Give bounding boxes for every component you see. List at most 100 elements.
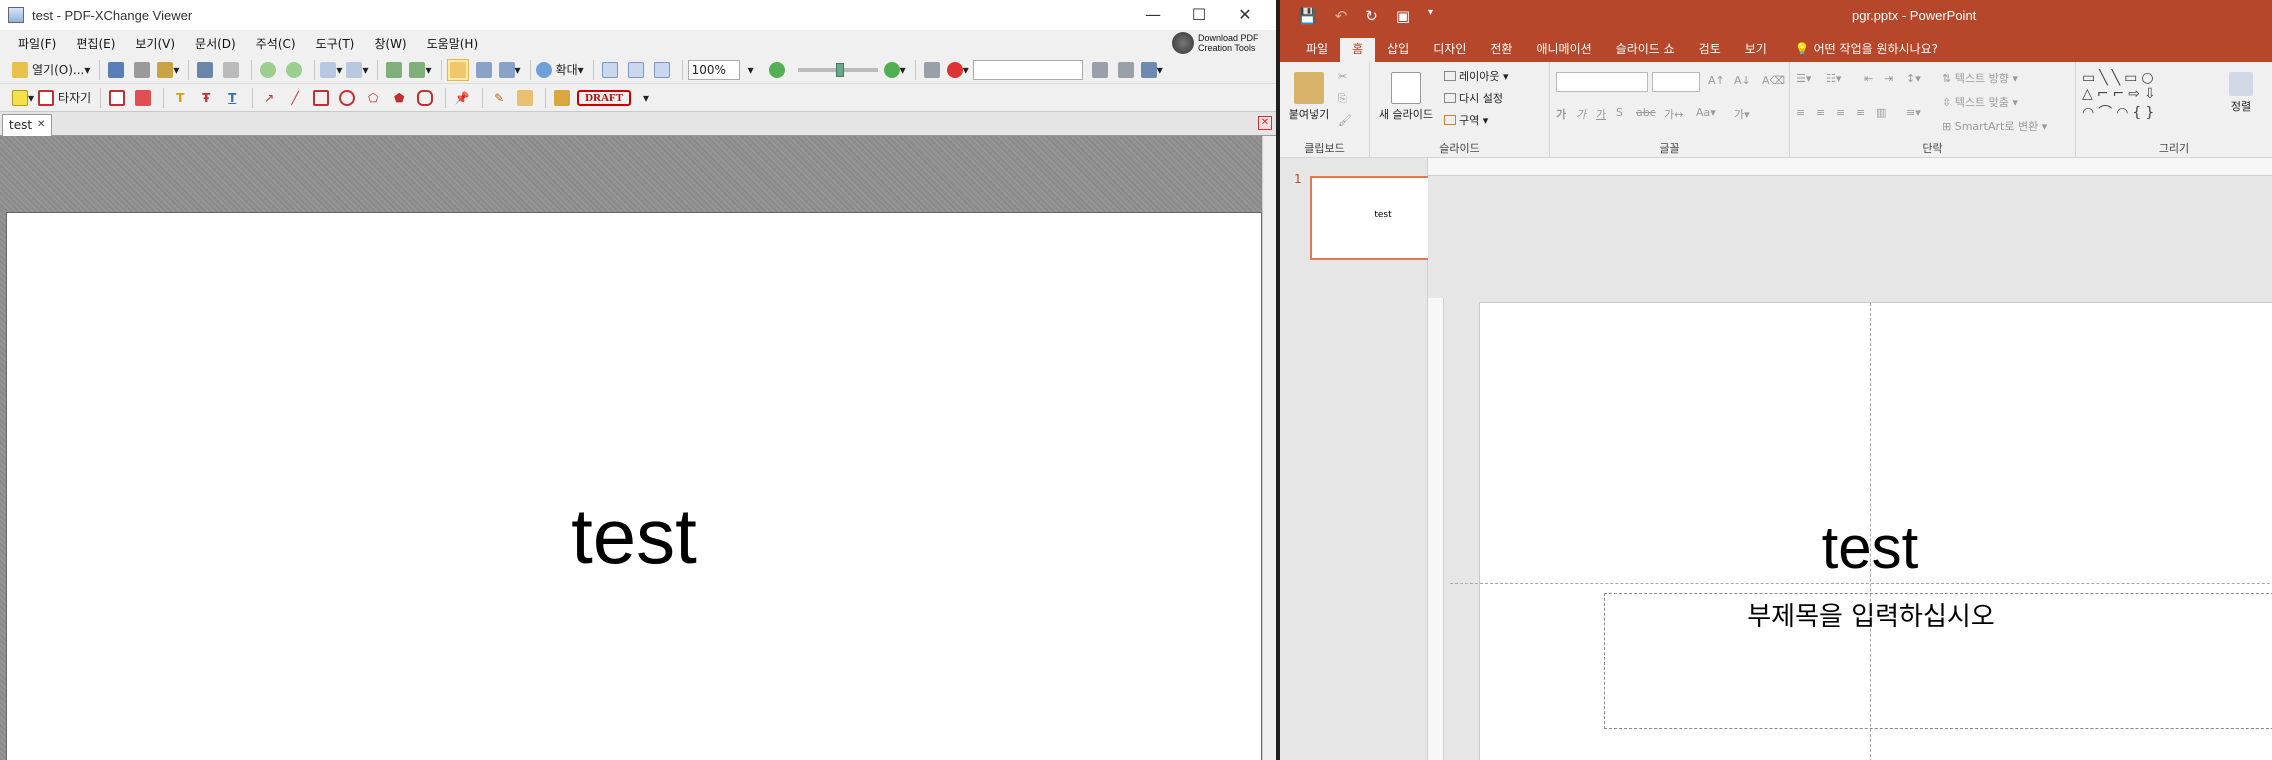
back-button[interactable]: [257, 59, 279, 81]
redo-icon[interactable]: ↻: [1365, 7, 1378, 25]
pencil-button[interactable]: ✎: [488, 87, 510, 109]
download-pdf-tools-button[interactable]: Download PDF Creation Tools: [1172, 30, 1268, 56]
clear-format-icon[interactable]: A⌫: [1762, 74, 1785, 87]
rectangle-button[interactable]: [310, 87, 332, 109]
tab-slideshow[interactable]: 슬라이드 쇼: [1604, 38, 1687, 62]
font-color-icon[interactable]: 가▾: [1734, 106, 1750, 122]
sticky-note-button[interactable]: ▾: [12, 87, 34, 109]
textbox-button[interactable]: [106, 87, 128, 109]
section-button[interactable]: 구역 ▾: [1444, 112, 1488, 128]
menu-comments[interactable]: 주석(C): [256, 35, 296, 52]
align-left-icon[interactable]: ≡: [1796, 106, 1805, 119]
minimize-icon[interactable]: —: [1130, 0, 1176, 30]
pdf-document-area[interactable]: test: [0, 136, 1262, 760]
bullets-icon[interactable]: ☰▾: [1796, 72, 1811, 85]
hand-tool-button[interactable]: [446, 58, 469, 81]
tab-close-icon[interactable]: ✕: [37, 115, 45, 135]
tab-insert[interactable]: 삽입: [1375, 38, 1421, 62]
subtitle-placeholder[interactable]: 부제목을 입력하십시오: [1604, 593, 2272, 729]
strikeout-button[interactable]: Ŧ: [195, 87, 217, 109]
change-case-icon[interactable]: Aa▾: [1696, 106, 1716, 119]
close-document-icon[interactable]: ✕: [1258, 116, 1272, 130]
tab-transitions[interactable]: 전환: [1478, 38, 1524, 62]
underline-icon[interactable]: 가: [1596, 106, 1606, 122]
settings-button[interactable]: ▾: [1140, 59, 1163, 81]
font-size-combo[interactable]: [1652, 72, 1700, 92]
adobe-button[interactable]: ▾: [946, 59, 969, 81]
smartart-button[interactable]: ⊞ SmartArt로 변환 ▾: [1942, 118, 2047, 134]
strikethrough-icon[interactable]: abc: [1636, 106, 1656, 119]
find-button[interactable]: [921, 59, 943, 81]
menu-view[interactable]: 보기(V): [135, 35, 175, 52]
menu-edit[interactable]: 편집(E): [76, 35, 115, 52]
zoom-slider-thumb[interactable]: [835, 62, 844, 77]
text-direction-button[interactable]: ⇅ 텍스트 방향 ▾: [1942, 70, 2018, 86]
menu-window[interactable]: 창(W): [374, 35, 406, 52]
maximize-icon[interactable]: ☐: [1176, 0, 1222, 30]
snapshot-button[interactable]: ▾: [498, 59, 521, 81]
close-icon[interactable]: ✕: [1222, 0, 1268, 30]
reset-button[interactable]: 다시 설정: [1444, 90, 1503, 106]
ocr-button[interactable]: [220, 59, 242, 81]
zoom-tool-button[interactable]: 확대 ▾: [535, 59, 584, 81]
zoom-level-input[interactable]: 100%: [687, 59, 740, 80]
zoom-out-button[interactable]: [766, 59, 788, 81]
callout-button[interactable]: [132, 87, 154, 109]
decrease-indent-icon[interactable]: ⇤: [1864, 72, 1873, 85]
search-options-button[interactable]: [1115, 59, 1137, 81]
menu-tools[interactable]: 도구(T): [316, 35, 355, 52]
bold-icon[interactable]: 가: [1556, 106, 1566, 122]
line-spacing-icon[interactable]: ↕▾: [1906, 72, 1921, 85]
copy-icon[interactable]: ⎘: [1338, 92, 1347, 106]
numbering-icon[interactable]: ☷▾: [1826, 72, 1841, 85]
stamp-dropdown[interactable]: ▾: [635, 87, 657, 109]
font-name-combo[interactable]: [1556, 72, 1648, 92]
customize-qat-icon[interactable]: ▾: [1428, 7, 1433, 25]
select-text-button[interactable]: [473, 59, 495, 81]
menu-file[interactable]: 파일(F): [18, 35, 56, 52]
paste-button[interactable]: 붙여넣기: [1286, 72, 1332, 122]
shapes-gallery[interactable]: ▭╲╲▭○ △⌐⌐⇨⇩ ◠⌒◠{}: [2082, 70, 2160, 122]
horizontal-guide[interactable]: [1450, 583, 2272, 584]
shrink-font-icon[interactable]: A↓: [1734, 74, 1751, 87]
char-spacing-icon[interactable]: 가↔: [1664, 106, 1683, 122]
polygon-button[interactable]: ⬠: [362, 87, 384, 109]
align-right-icon[interactable]: ≡: [1836, 106, 1845, 119]
open-button[interactable]: 열기(O)... ▾: [12, 59, 90, 81]
save-icon[interactable]: 💾: [1298, 7, 1317, 25]
menu-help[interactable]: 도움말(H): [427, 35, 479, 52]
align-text-button[interactable]: ⇳ 텍스트 맞춤 ▾: [1942, 94, 2018, 110]
eraser-button[interactable]: [514, 87, 536, 109]
columns-icon[interactable]: ▥: [1876, 106, 1886, 119]
zoom-slider[interactable]: [797, 62, 878, 77]
search-input[interactable]: [972, 59, 1083, 80]
line-button[interactable]: ╱: [284, 87, 306, 109]
shadow-icon[interactable]: S: [1616, 106, 1623, 119]
draft-stamp-selector[interactable]: DRAFT: [577, 89, 632, 106]
underline-button[interactable]: T: [221, 87, 243, 109]
grow-font-icon[interactable]: A↑: [1708, 74, 1725, 87]
slide-title[interactable]: test: [1710, 513, 2030, 582]
oval-button[interactable]: [336, 87, 358, 109]
justify-icon[interactable]: ≡: [1856, 106, 1865, 119]
undo-icon[interactable]: ↶: [1335, 7, 1348, 25]
slide-editing-area[interactable]: test 부제목을 입력하십시오: [1428, 176, 2272, 760]
tab-file[interactable]: 파일: [1294, 38, 1340, 62]
highlight-button[interactable]: T: [169, 87, 191, 109]
align-center-icon[interactable]: ≡: [1816, 106, 1825, 119]
fit-page-button[interactable]: [625, 59, 647, 81]
tab-review[interactable]: 검토: [1687, 38, 1733, 62]
actual-size-button[interactable]: [599, 59, 621, 81]
slideshow-start-icon[interactable]: ▣: [1396, 7, 1410, 25]
cut-icon[interactable]: ✂: [1338, 70, 1347, 83]
format-painter-icon[interactable]: 🖌: [1338, 114, 1352, 127]
export-button[interactable]: ▾: [409, 59, 432, 81]
pdf-vertical-scrollbar[interactable]: [1262, 136, 1276, 760]
copy-button[interactable]: [383, 59, 405, 81]
tab-view[interactable]: 보기: [1733, 38, 1779, 62]
stamp-button[interactable]: [551, 87, 573, 109]
zoom-dropdown[interactable]: ▾: [740, 59, 762, 81]
scan-button[interactable]: [194, 59, 216, 81]
save-button[interactable]: [105, 59, 127, 81]
tab-animations[interactable]: 애니메이션: [1524, 38, 1603, 62]
